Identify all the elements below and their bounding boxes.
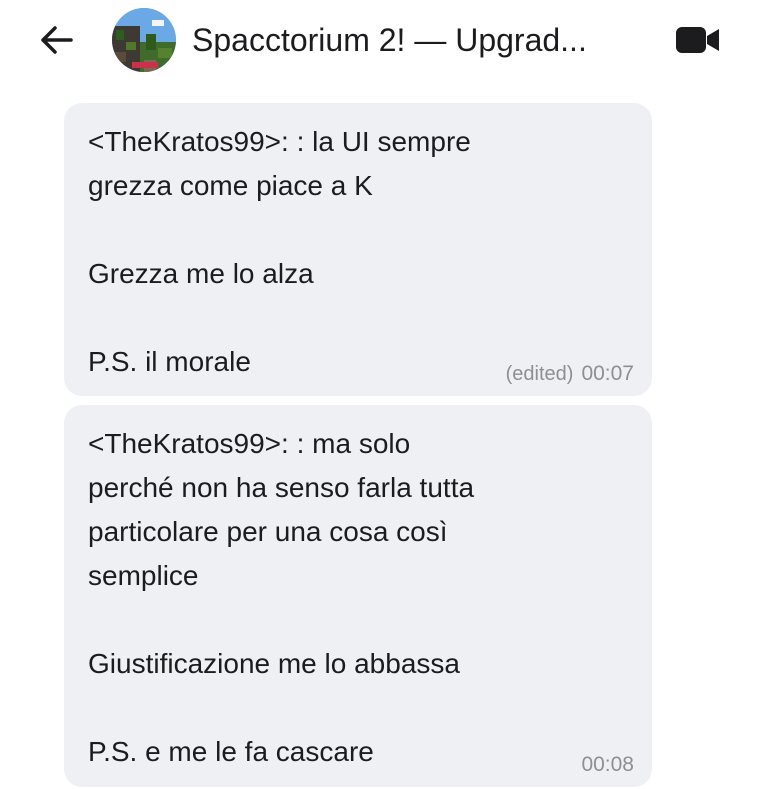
message-time: 00:07 <box>581 362 634 385</box>
message-line: <TheKratos99>: : la UI sempre <box>88 126 471 157</box>
message-line <box>88 296 628 340</box>
message-line: particolare per una cosa così <box>88 516 448 547</box>
edited-label: (edited) <box>505 363 574 385</box>
back-button[interactable] <box>34 20 78 60</box>
message-time: 00:08 <box>581 753 634 776</box>
chat-title[interactable]: Spacctorium 2! — Upgrad... <box>192 20 587 60</box>
video-camera-icon <box>676 27 719 53</box>
message-line: semplice <box>88 560 199 591</box>
message-line: perché non ha senso farla tutta <box>88 472 475 503</box>
message-meta: 00:08 <box>581 753 634 777</box>
group-avatar-image <box>112 8 176 72</box>
chat-header: Spacctorium 2! — Upgrad... <box>0 0 768 82</box>
message-line: grezza come piace a K <box>88 170 373 201</box>
group-avatar[interactable] <box>112 8 176 72</box>
arrow-left-icon <box>41 26 73 54</box>
message-line <box>88 598 628 642</box>
message-meta: (edited) 00:07 <box>506 362 634 386</box>
message-bubble[interactable]: <TheKratos99>: : ma solo perché non ha s… <box>64 405 652 787</box>
message-line: Grezza me lo alza <box>88 258 314 289</box>
message-line: P.S. e me le fa cascare <box>88 736 374 767</box>
message-line <box>88 686 628 730</box>
message-line: Giustificazione me lo abbassa <box>88 648 460 679</box>
video-call-button[interactable] <box>672 18 724 62</box>
message-line <box>88 208 628 252</box>
message-line: <TheKratos99>: : ma solo <box>88 428 411 459</box>
message-bubble[interactable]: <TheKratos99>: : la UI sempre grezza com… <box>64 103 652 396</box>
